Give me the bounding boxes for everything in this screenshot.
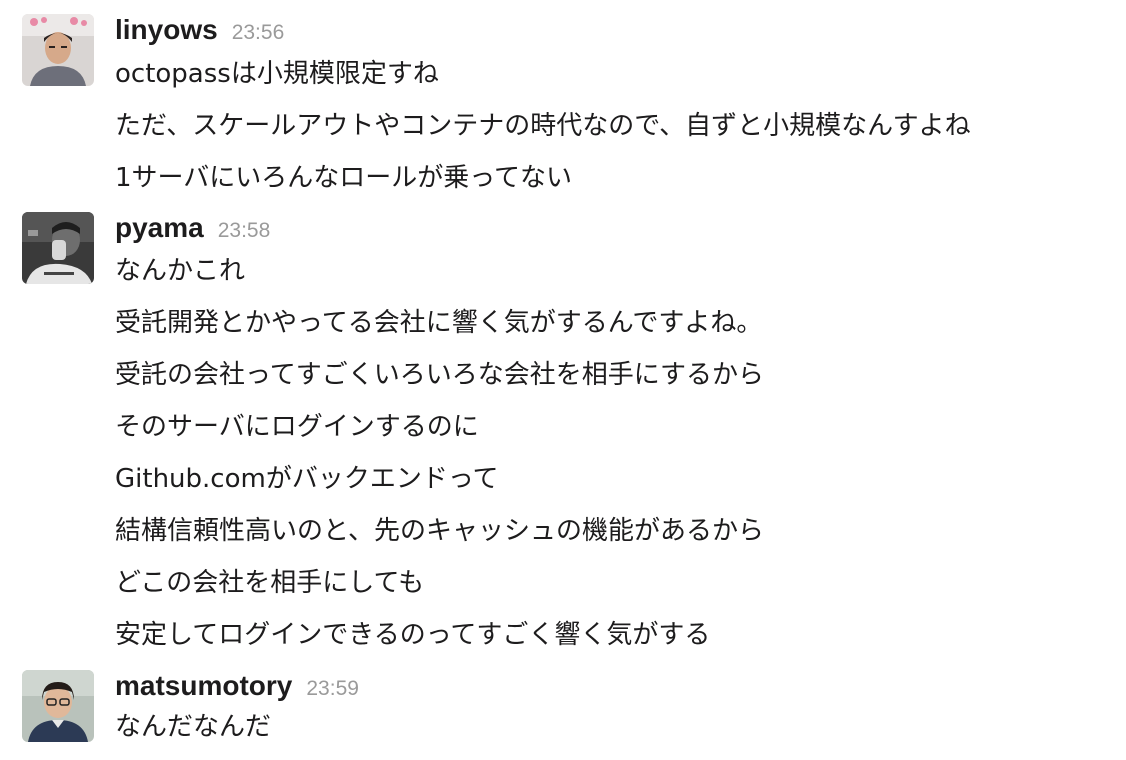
message-text: そのサーバにログインするのに <box>115 412 479 442</box>
message-text: 安定してログインできるのってすごく響く気がする <box>115 620 711 650</box>
message-text: ただ、スケールアウトやコンテナの時代なので、自ずと小規模なんすよね <box>115 111 971 141</box>
message-text: octopassは小規模限定すね <box>115 59 439 89</box>
user-photo-icon <box>22 212 94 284</box>
timestamp[interactable]: 23:59 <box>306 677 359 700</box>
message-text: 受託開発とかやってる会社に響く気がするんですよね。 <box>115 308 763 338</box>
message-text: Github.comがバックエンドって <box>115 464 499 494</box>
message-header: matsumotory 23:59 <box>115 670 359 710</box>
message-text: なんかこれ <box>115 256 246 286</box>
avatar[interactable] <box>22 212 94 284</box>
message-text: なんだなんだ <box>115 712 272 742</box>
user-photo-icon <box>22 14 94 86</box>
message-header: linyows 23:56 <box>115 14 284 54</box>
message-text: 受託の会社ってすごくいろいろな会社を相手にするから <box>115 360 764 390</box>
username[interactable]: linyows <box>115 14 218 45</box>
user-photo-icon <box>22 670 94 742</box>
username[interactable]: pyama <box>115 212 204 243</box>
message-header: pyama 23:58 <box>115 212 270 252</box>
username[interactable]: matsumotory <box>115 670 292 701</box>
timestamp[interactable]: 23:56 <box>232 21 285 44</box>
message-text: 1サーバにいろんなロールが乗ってない <box>115 163 572 193</box>
message-text: 結構信頼性高いのと、先のキャッシュの機能があるから <box>115 516 764 546</box>
avatar[interactable] <box>22 670 94 742</box>
avatar[interactable] <box>22 14 94 86</box>
message-text: どこの会社を相手にしても <box>115 568 425 598</box>
timestamp[interactable]: 23:58 <box>218 219 271 242</box>
